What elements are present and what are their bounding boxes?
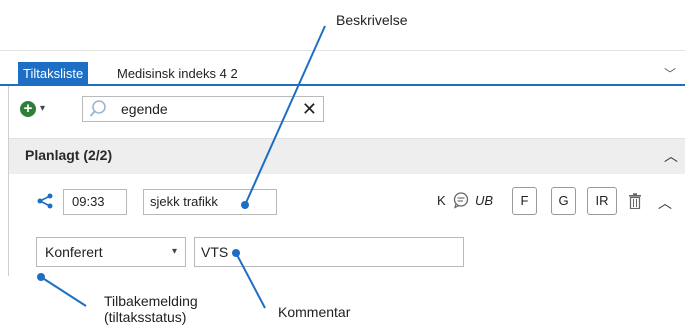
flag-k[interactable]: K	[437, 193, 446, 208]
status-select-value: Konferert	[45, 244, 103, 260]
collapse-section-chevron-icon[interactable]: ︿	[664, 146, 678, 166]
g-button[interactable]: G	[551, 187, 576, 215]
tab-bar	[0, 62, 685, 86]
description-field[interactable]: sjekk trafikk	[143, 189, 277, 215]
tab-medisinsk-indeks[interactable]: Medisinsk indeks 4 2	[111, 62, 244, 86]
callout-tilbakemelding: Tilbakemelding (tiltaksstatus)	[104, 293, 198, 325]
share-icon[interactable]	[36, 193, 54, 209]
time-field[interactable]: 09:33	[63, 189, 127, 215]
ir-button[interactable]: IR	[587, 187, 617, 215]
search-icon	[89, 100, 106, 117]
callout-tilbakemelding-line2: (tiltaksstatus)	[104, 309, 187, 325]
chevron-down-icon: ▾	[171, 246, 177, 257]
comment-field[interactable]: VTS	[194, 237, 464, 267]
collapse-row-chevron-icon[interactable]: ︿	[658, 193, 672, 213]
tab-tiltaksliste[interactable]: Tiltaksliste	[18, 62, 89, 86]
callout-beskrivelse: Beskrivelse	[336, 12, 408, 28]
status-select[interactable]: Konferert ▾	[36, 237, 186, 267]
add-measure-button[interactable]: + ▾	[20, 97, 54, 121]
search-field[interactable]: ✕	[82, 96, 324, 122]
chevron-down-icon: ▾	[40, 103, 46, 114]
section-title: Planlagt (2/2)	[25, 147, 113, 163]
plus-circle-icon: +	[20, 101, 36, 117]
flag-ub[interactable]: UB	[475, 193, 493, 208]
callout-kommentar: Kommentar	[278, 304, 351, 320]
callout-tilbakemelding-line1: Tilbakemelding	[104, 293, 198, 309]
f-button[interactable]: F	[512, 187, 537, 215]
trash-icon[interactable]	[628, 193, 642, 209]
comment-icon[interactable]	[452, 191, 470, 209]
panel-left-border	[8, 86, 9, 276]
top-divider	[0, 50, 685, 51]
tab-overflow-chevron-icon[interactable]: ﹀	[664, 62, 676, 86]
close-icon[interactable]: ✕	[302, 98, 317, 120]
search-input[interactable]	[121, 100, 291, 118]
